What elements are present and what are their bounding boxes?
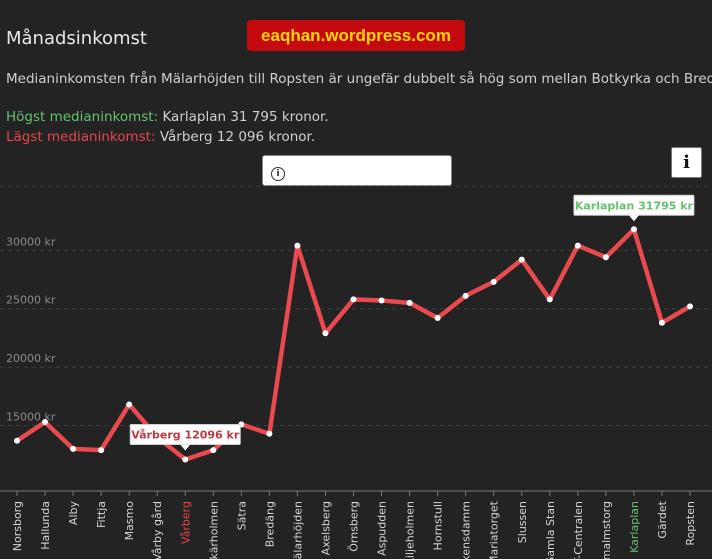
data-point (14, 437, 20, 444)
x-tick-label: Sätra (235, 501, 248, 530)
data-point (210, 447, 217, 454)
y-tick-label: 25000 kr (6, 294, 56, 307)
x-tick-label: Slussen (516, 501, 529, 543)
y-tick-label: 15000 kr (6, 411, 56, 424)
data-point (546, 296, 553, 303)
series-line (14, 227, 693, 462)
x-tick-label: Skärholmen (207, 501, 220, 559)
url-tooltip: i klassresan.aftonbladet.se (262, 155, 452, 207)
x-tick-label: Norsborg (11, 501, 24, 551)
data-point (490, 278, 497, 285)
info-button[interactable]: i (671, 147, 702, 178)
callout-pointer (180, 444, 191, 451)
x-tick-label: Masmo (123, 501, 136, 541)
data-point (322, 330, 329, 337)
x-tick-label: Karlaplan (628, 501, 641, 553)
data-point (42, 419, 49, 426)
data-point (98, 447, 105, 454)
x-tick-label: Gärdet (656, 500, 669, 538)
x-tick-label: Hallunda (39, 501, 52, 550)
callout-pointer (628, 215, 639, 222)
data-point (406, 299, 413, 306)
data-point (378, 297, 385, 304)
x-tick-label: Mariatorget (488, 500, 501, 559)
x-tick-label: Hornstull (432, 501, 445, 550)
x-tick-label: Bredäng (263, 501, 276, 547)
x-tick-label: Alby (67, 501, 80, 526)
data-point (182, 456, 189, 463)
x-tick-label: nkensdamm (460, 501, 473, 559)
x-tick-label: T-Centralen (572, 501, 585, 559)
y-tick-label: 20000 kr (6, 352, 56, 365)
y-tick-label: 30000 kr (6, 235, 56, 248)
x-tick-label: Vårberg (179, 501, 192, 544)
x-tick-label: Gamla Stan (544, 501, 557, 559)
x-tick-label: Ropsten (684, 501, 697, 546)
x-tick-label: Aspudden (376, 501, 389, 556)
data-point (658, 319, 665, 326)
x-tick-label: Axelsberg (319, 501, 332, 555)
x-tick-label: Fittja (95, 501, 108, 528)
x-tick-label: Liljeholmen (404, 501, 417, 559)
info-circle-icon: i (271, 167, 285, 181)
data-point (434, 315, 441, 322)
url-tooltip-text: klassresan.aftonbladet.se (271, 192, 438, 207)
data-point (687, 303, 693, 310)
data-point (574, 242, 581, 249)
data-point (294, 242, 301, 249)
data-point (602, 254, 609, 261)
data-point (350, 296, 357, 303)
data-point (70, 445, 77, 452)
x-tick-label: Mälarhöjden (291, 501, 304, 559)
data-point (630, 226, 637, 233)
income-line-chart: 15000 kr 20000 kr 25000 kr 30000 kr Norsborg… (0, 185, 712, 559)
callout-label: Vårberg 12096 kr (131, 428, 240, 441)
x-tick-label: rmalmstorg (600, 501, 613, 559)
data-point (266, 430, 273, 437)
x-tick-label: Vårby gård (151, 501, 164, 559)
callout-label: Karlaplan 31795 kr (575, 199, 694, 212)
data-point (126, 401, 133, 408)
x-tick-label: Örnsberg (348, 501, 361, 552)
data-point (462, 292, 469, 299)
data-point (518, 256, 525, 263)
